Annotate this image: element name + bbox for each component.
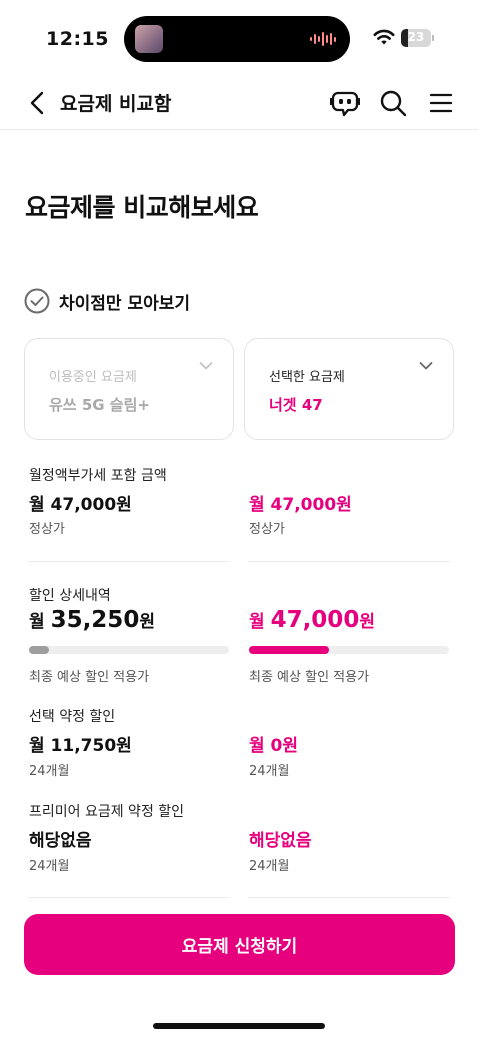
monthly-fee-label: 월정액부가세 포함 금액 — [29, 465, 229, 485]
current-discount-unit: 원 — [139, 612, 155, 632]
contract-discount-label: 선택 약정 할인 — [29, 709, 116, 725]
chevron-down-icon — [419, 362, 433, 370]
divider — [248, 897, 450, 898]
selected-discount-note: 최종 예상 할인 적용가 — [249, 670, 370, 685]
selected-plan-name: 너겟 47 — [269, 396, 323, 414]
monthly-fee-subtitle: 부가세 포함 금액 — [67, 468, 167, 484]
current-discount-value: 35,250 — [50, 607, 140, 633]
current-plan-card[interactable]: 이용중인 요금제 유쓰 5G 슬림+ — [24, 338, 234, 440]
chevron-down-icon — [199, 362, 213, 370]
check-circle-icon — [24, 288, 50, 314]
chatbot-icon[interactable] — [330, 89, 360, 117]
hamburger-menu-icon[interactable] — [429, 91, 453, 115]
discount-detail-label: 할인 상세내역 — [29, 588, 111, 604]
selected-discount-unit: 원 — [359, 612, 375, 632]
now-playing-artwork — [135, 25, 163, 53]
wifi-icon — [373, 29, 395, 45]
home-indicator[interactable] — [153, 1023, 325, 1029]
current-contract-amount: 월 11,750원 — [29, 736, 132, 756]
selected-monthly-fee: 월 47,000원 — [249, 495, 352, 515]
page-heading: 요금제를 비교해보세요 — [25, 193, 259, 222]
selected-discount-prefix: 월 — [249, 612, 265, 632]
diff-only-toggle[interactable]: 차이점만 모아보기 — [24, 287, 190, 315]
current-plan-caption: 이용중인 요금제 — [49, 370, 137, 385]
current-discount-amount: 월 35,250원 — [29, 607, 229, 633]
page-title: 요금제 비교함 — [60, 93, 172, 115]
current-plan-name: 유쓰 5G 슬림+ — [49, 396, 150, 414]
diff-only-label: 차이점만 모아보기 — [59, 293, 191, 314]
current-monthly-note: 정상가 — [29, 522, 65, 537]
selected-premium-note: 24개월 — [249, 859, 290, 874]
selected-plan-caption: 선택한 요금제 — [269, 370, 345, 385]
status-time: 12:15 — [46, 28, 109, 50]
divider — [28, 897, 230, 898]
battery-icon: 23 — [401, 29, 434, 47]
selected-discount-amount: 월 47,000원 — [249, 607, 449, 633]
divider — [28, 561, 230, 562]
selected-plan-card[interactable]: 선택한 요금제 너겟 47 — [244, 338, 454, 440]
selected-contract-note: 24개월 — [249, 764, 290, 779]
current-discount-bar — [29, 646, 229, 654]
current-discount-bar-fill — [29, 646, 49, 654]
selected-discount-value: 47,000 — [270, 607, 360, 633]
selected-premium-amount: 해당없음 — [249, 831, 312, 851]
selected-monthly-note: 정상가 — [249, 522, 285, 537]
monthly-fee-title: 월정액 — [29, 468, 68, 484]
current-discount-prefix: 월 — [29, 612, 45, 632]
status-bar: 12:15 23 — [0, 0, 478, 76]
divider — [248, 561, 450, 562]
current-contract-note: 24개월 — [29, 764, 70, 779]
current-premium-note: 24개월 — [29, 859, 70, 874]
audio-wave-icon — [310, 30, 336, 48]
current-discount-note: 최종 예상 할인 적용가 — [29, 670, 150, 685]
battery-level: 23 — [407, 30, 425, 44]
current-premium-amount: 해당없음 — [29, 831, 92, 851]
apply-plan-button[interactable]: 요금제 신청하기 — [24, 914, 455, 975]
selected-contract-amount: 월 0원 — [249, 736, 299, 756]
search-icon[interactable] — [379, 89, 407, 117]
top-nav: 요금제 비교함 — [0, 76, 478, 130]
dynamic-island[interactable] — [124, 16, 350, 62]
selected-discount-bar — [249, 646, 449, 654]
premium-discount-label: 프리미어 요금제 약정 할인 — [29, 804, 185, 820]
selected-discount-bar-fill — [249, 646, 329, 654]
back-arrow-icon[interactable] — [26, 90, 50, 116]
current-monthly-fee: 월 47,000원 — [29, 495, 132, 515]
battery-nub — [432, 35, 434, 41]
